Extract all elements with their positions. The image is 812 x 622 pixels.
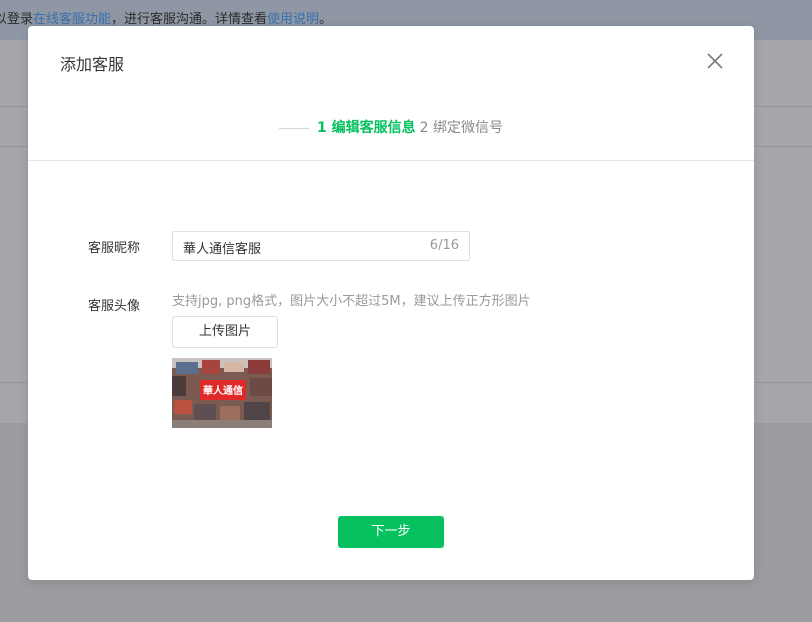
avatar-label: 客服头像 — [88, 299, 141, 314]
next-step-button[interactable]: 下一步 — [338, 516, 444, 548]
notice-prefix: 以登录 — [0, 12, 34, 27]
avatar-preview-image: 華人通信 — [172, 358, 272, 428]
close-icon[interactable] — [706, 52, 724, 70]
upload-image-button[interactable]: 上传图片 — [172, 316, 278, 348]
step-bind-wechat: 2 绑定微信号 — [419, 120, 503, 136]
nickname-char-count: 6/16 — [429, 238, 459, 253]
step-indicator: 1 编辑客服信息 2 绑定微信号 — [28, 118, 754, 138]
avatar-hint: 支持jpg, png格式，图片大小不超过5M，建议上传正方形图片 — [172, 294, 531, 309]
nickname-value: 華人通信客服 — [183, 242, 262, 257]
step-edit-info: 1 编辑客服信息 — [317, 120, 416, 136]
nickname-input[interactable]: 華人通信客服 6/16 — [172, 231, 470, 261]
avatar-image-label: 華人通信 — [203, 384, 243, 397]
notice-suffix: 。 — [319, 12, 333, 27]
header-divider — [28, 160, 754, 161]
notice-middle: ，进行客服沟通。详情查看 — [111, 12, 268, 27]
step-connector — [279, 127, 309, 129]
online-service-link[interactable]: 在线客服功能 — [33, 12, 111, 27]
add-service-dialog: 添加客服 1 编辑客服信息 2 绑定微信号 客服昵称 華人通信客服 6/16 客服… — [28, 26, 754, 580]
usage-guide-link[interactable]: 使用说明 — [267, 12, 319, 27]
nickname-label: 客服昵称 — [88, 241, 141, 256]
dialog-title: 添加客服 — [60, 55, 125, 74]
